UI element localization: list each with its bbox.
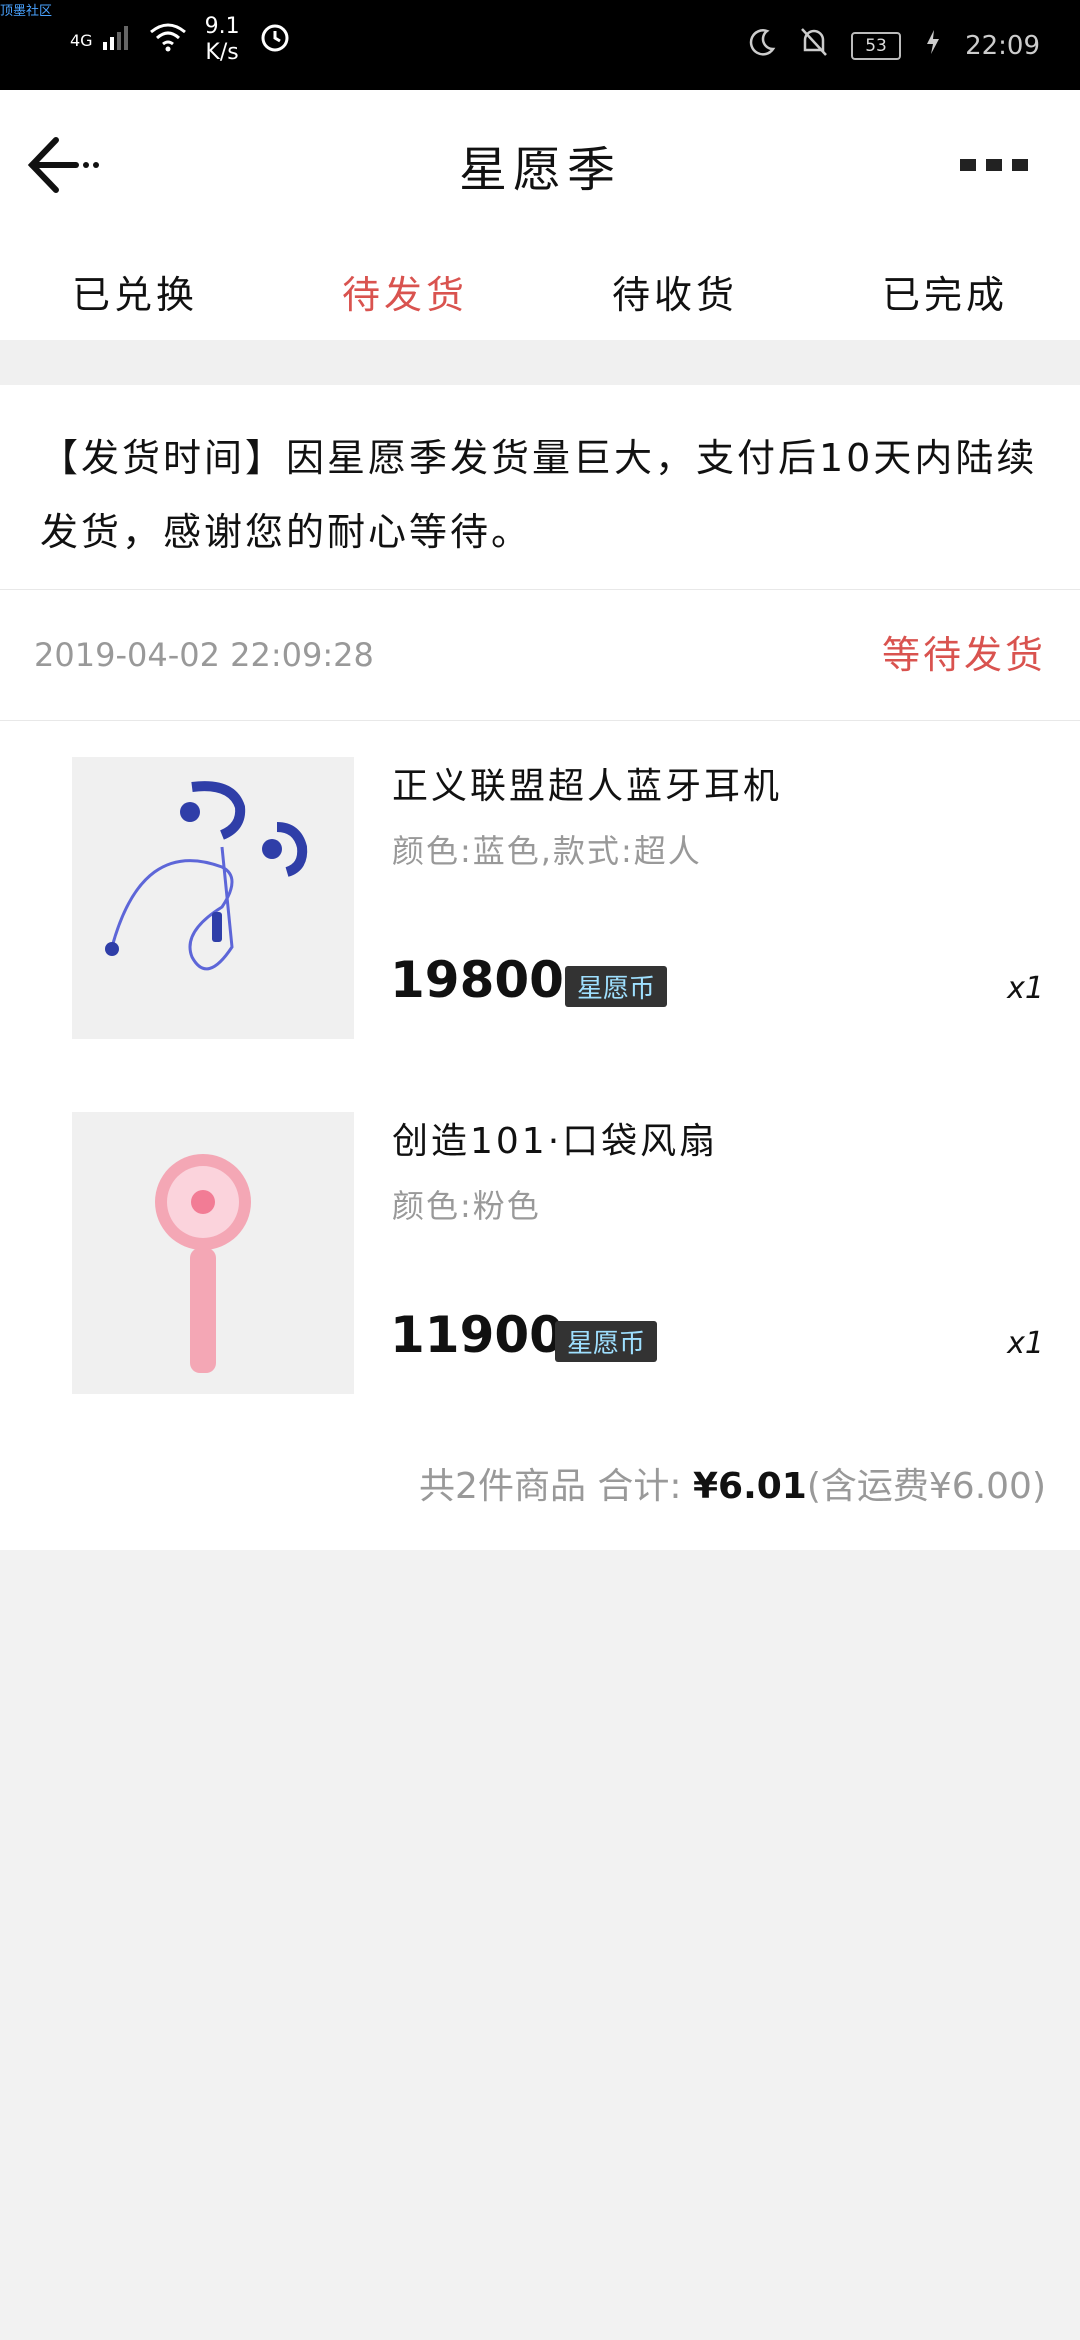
item-quantity: x1 <box>1007 1326 1044 1361</box>
item-name: 正义联盟超人蓝牙耳机 <box>392 766 783 807</box>
shipping-notice: 【发货时间】因星愿季发货量巨大，支付后10天内陆续发货，感谢您的耐心等待。 <box>0 385 1080 590</box>
signal-icon <box>101 24 131 56</box>
more-dot-icon <box>1012 159 1028 171</box>
clock-time: 22:09 <box>965 30 1040 61</box>
item-name: 创造101·口袋风扇 <box>392 1121 719 1162</box>
moon-icon <box>747 27 777 64</box>
item-spec: 颜色:粉色 <box>392 1187 541 1225</box>
more-dot-icon <box>960 159 976 171</box>
tab-pending-shipment[interactable]: 待发货 <box>270 250 540 340</box>
currency-badge: 星愿币 <box>555 1321 658 1362</box>
wifi-icon <box>149 22 187 58</box>
order-status: 等待发货 <box>881 633 1046 677</box>
summary-prefix: 共2件商品 合计: <box>419 1466 693 1507</box>
mute-bell-icon <box>799 26 829 65</box>
network-speed: 9.1 K/s <box>204 14 240 65</box>
fan-thumbnail <box>72 1112 354 1394</box>
summary-suffix: (含运费¥6.00) <box>806 1466 1046 1507</box>
charging-icon <box>923 28 943 63</box>
order-item[interactable]: 正义联盟超人蓝牙耳机 颜色:蓝色,款式:超人 19800 星愿币 x1 <box>0 721 1080 1076</box>
earphone-thumbnail <box>72 757 354 1039</box>
order-summary: 共2件商品 合计: ¥6.01(含运费¥6.00) <box>419 1457 1046 1509</box>
tab-exchanged[interactable]: 已兑换 <box>0 250 270 340</box>
empty-area <box>0 1550 1080 2340</box>
item-spec: 颜色:蓝色,款式:超人 <box>392 832 702 870</box>
divider-band <box>0 340 1080 385</box>
item-quantity: x1 <box>1007 971 1044 1006</box>
more-dot-icon <box>986 159 1002 171</box>
order-date: 2019-04-02 22:09:28 <box>34 636 374 674</box>
item-price: 11900 <box>390 1306 564 1364</box>
summary-total: ¥6.01 <box>692 1466 807 1507</box>
status-left: 4G 9.1 K/s <box>70 14 292 66</box>
tab-pending-receipt[interactable]: 待收货 <box>540 250 810 340</box>
order-tabs: 已兑换 待发货 待收货 已完成 <box>0 250 1080 340</box>
watermark: 顶墨社区 <box>0 4 53 19</box>
network-type: 4G <box>70 30 93 50</box>
status-right: 53 22:09 <box>747 26 1040 65</box>
status-bar: 顶墨社区 4G 9.1 K/s 53 22:09 <box>0 0 1080 90</box>
order-card[interactable]: 【发货时间】因星愿季发货量巨大，支付后10天内陆续发货，感谢您的耐心等待。 20… <box>0 385 1080 1550</box>
order-meta: 2019-04-02 22:09:28 等待发货 <box>0 590 1080 721</box>
more-menu-button[interactable] <box>960 150 1030 180</box>
page-title: 星愿季 <box>458 142 621 198</box>
battery-level: 53 <box>851 31 902 60</box>
tab-completed[interactable]: 已完成 <box>810 250 1080 340</box>
alarm-icon <box>258 20 292 60</box>
app-header: 星愿季 已兑换 待发货 待收货 已完成 <box>0 90 1080 340</box>
order-item[interactable]: 创造101·口袋风扇 颜色:粉色 11900 星愿币 x1 <box>0 1076 1080 1431</box>
currency-badge: 星愿币 <box>565 966 668 1007</box>
item-price: 19800 <box>390 951 564 1009</box>
